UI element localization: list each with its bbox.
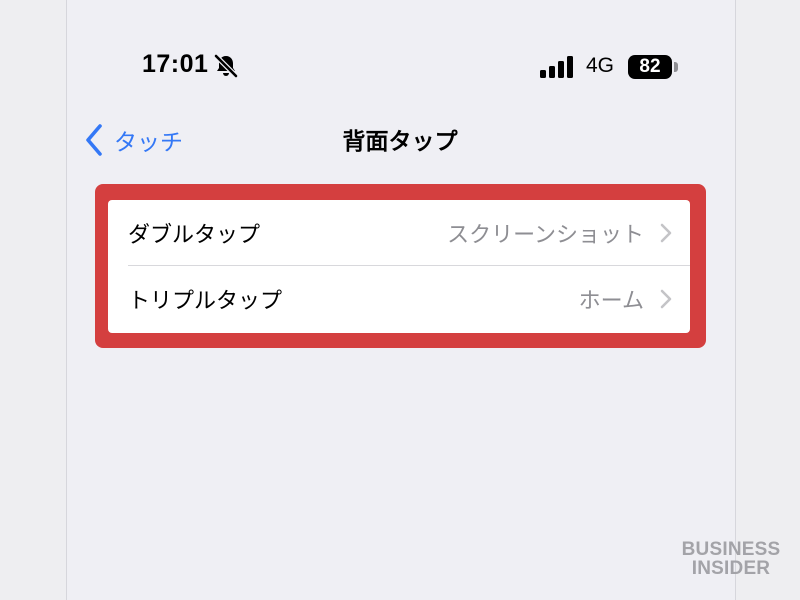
row-value: スクリーンショット xyxy=(447,223,644,248)
watermark-line-1: BUSINESS xyxy=(681,539,781,560)
chevron-right-icon xyxy=(660,289,672,309)
triple-tap-row[interactable]: トリプルタップ ホーム xyxy=(108,266,690,332)
network-type: 4G xyxy=(586,54,615,77)
page-title: 背面タップ xyxy=(342,129,458,155)
watermark-line-2: INSIDER xyxy=(691,558,771,579)
background-right xyxy=(736,0,800,600)
double-tap-row[interactable]: ダブルタップ スクリーンショット xyxy=(108,200,690,266)
bell-slash-icon xyxy=(214,54,238,78)
chevron-right-icon xyxy=(660,223,672,243)
settings-list: ダブルタップ スクリーンショット トリプルタップ ホーム xyxy=(108,200,690,333)
business-insider-watermark: BUSINESS INSIDER xyxy=(676,540,786,578)
row-label: トリプルタップ xyxy=(128,289,283,314)
row-value: ホーム xyxy=(578,289,644,314)
battery-tip xyxy=(674,62,678,72)
status-time: 17:01 xyxy=(142,50,209,78)
page: 17:01 4G 82 タッチ 背面タップ ダブルタップ スクリーンショット ト… xyxy=(0,0,800,600)
background-left xyxy=(0,0,66,600)
row-label: ダブルタップ xyxy=(128,223,261,248)
battery-indicator: 82 xyxy=(628,55,672,79)
cellular-signal-icon xyxy=(540,56,573,78)
